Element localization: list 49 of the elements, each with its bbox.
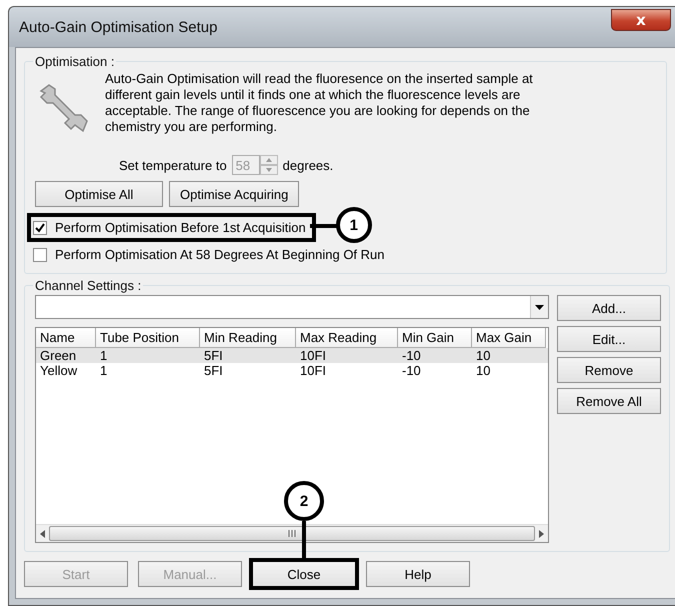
table-cell-text: -10 xyxy=(401,363,422,378)
group-label: Channel Settings : xyxy=(34,278,142,293)
checkmark-icon xyxy=(35,222,45,232)
channel-dropdown[interactable] xyxy=(35,295,549,319)
temperature-label: Set temperature to xyxy=(119,158,227,172)
window-title: Auto-Gain Optimisation Setup xyxy=(19,18,218,36)
column-header[interactable]: Max Gain xyxy=(472,328,546,348)
optimise-button[interactable]: Optimise All xyxy=(35,181,163,207)
checkbox-option[interactable]: Perform Optimisation Before 1st Acquisition xyxy=(31,217,312,238)
temperature-unit: degrees. xyxy=(282,158,334,172)
grip-icon xyxy=(288,530,296,537)
table-cell-text: 5FI xyxy=(203,363,224,378)
description-text: Auto-Gain Optimisation will read the fluoresence on the inserted sample at different gain levels until it finds one at which the fluorescence levels are acceptable. The range of fluorescence you are looking for depends on the chemistry you are performing. xyxy=(105,71,534,135)
channel-action-button[interactable]: Remove All xyxy=(557,388,661,414)
column-header[interactable]: Min Gain xyxy=(398,328,472,348)
window-close-button[interactable]: x xyxy=(611,9,671,31)
table-cell-text: 10 xyxy=(475,348,492,363)
channel-row[interactable]: Yellow 1 5FI 10FI -10 10 xyxy=(36,363,548,378)
column-header[interactable]: Max Reading xyxy=(296,328,398,348)
dialog-button[interactable]: Help xyxy=(366,561,470,587)
column-header[interactable]: Tube Position xyxy=(96,328,200,348)
horizontal-scrollbar[interactable] xyxy=(36,524,548,542)
checkbox-option[interactable]: Perform Optimisation At 58 Degrees At Beginning Of Run xyxy=(31,244,391,265)
optimise-button[interactable]: Optimise Acquiring xyxy=(169,181,300,207)
scroll-right-icon[interactable] xyxy=(539,530,544,538)
caret-icon xyxy=(535,304,544,310)
channel-action-button[interactable]: Remove xyxy=(557,357,661,383)
table-cell-text: Yellow xyxy=(39,363,78,378)
table-cell-text: 10FI xyxy=(299,348,328,363)
table-cell-text: 5FI xyxy=(203,348,224,363)
spin-down-button[interactable] xyxy=(260,165,278,175)
column-header[interactable]: Name xyxy=(36,328,96,348)
dialog-button[interactable]: Close xyxy=(252,561,356,587)
down-arrow-icon xyxy=(266,168,272,172)
table-cell-text: 10 xyxy=(475,363,492,378)
channel-action-button[interactable]: Add... xyxy=(557,295,661,321)
channel-action-button[interactable]: Edit... xyxy=(557,326,661,352)
table-cell-text: 1 xyxy=(99,363,108,378)
scroll-left-icon[interactable] xyxy=(40,530,45,538)
up-arrow-icon xyxy=(266,158,272,162)
group-label: Optimisation : xyxy=(34,54,116,69)
table-cell-text: 1 xyxy=(99,348,108,363)
channel-row[interactable]: Green 1 5FI 10FI -10 10 xyxy=(36,348,548,363)
spin-up-button[interactable] xyxy=(260,155,278,165)
column-header[interactable]: Min Reading xyxy=(200,328,296,348)
table-cell-text: 10FI xyxy=(299,363,328,378)
table-cell-text: Green xyxy=(39,348,78,363)
table-cell-text: -10 xyxy=(401,348,422,363)
callout-marker: 1 xyxy=(336,207,372,243)
